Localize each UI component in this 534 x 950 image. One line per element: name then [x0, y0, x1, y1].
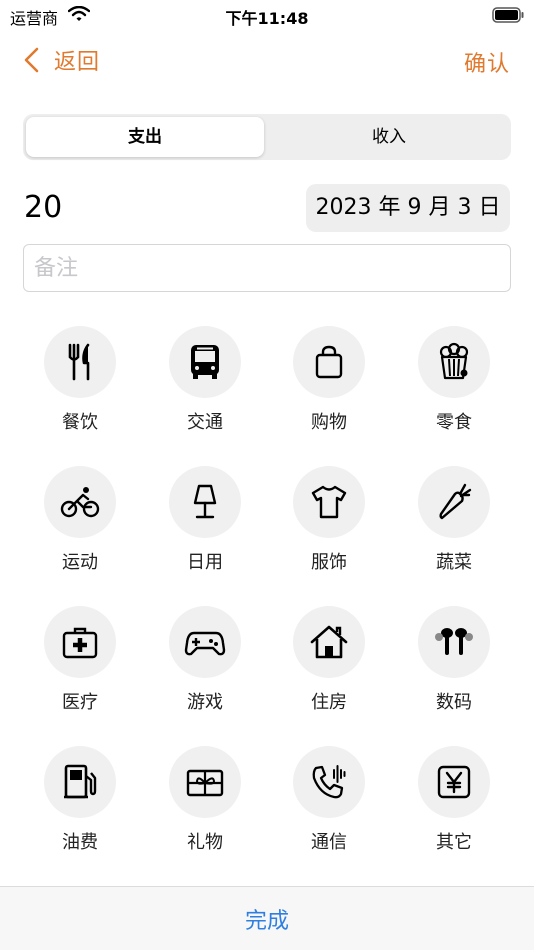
gift-card-icon — [186, 769, 224, 797]
category-medical[interactable]: 医疗 — [30, 606, 130, 714]
category-dining[interactable]: 餐饮 — [30, 326, 130, 434]
category-icon-circle — [293, 606, 365, 678]
category-icon-circle — [44, 606, 116, 678]
nav-bar: 返回 确认 — [0, 38, 534, 82]
category-icon-circle — [418, 326, 490, 398]
date-picker-button[interactable]: 2023 年 9 月 3 日 — [306, 184, 510, 232]
category-label: 蔬菜 — [436, 552, 472, 573]
category-label: 其它 — [436, 832, 472, 853]
status-bar: 运营商 下午11:48 — [0, 0, 534, 30]
battery-icon — [492, 7, 524, 23]
category-icon-circle — [293, 746, 365, 818]
category-icon-circle — [418, 466, 490, 538]
category-daily-use[interactable]: 日用 — [155, 466, 255, 574]
category-icon-circle — [169, 746, 241, 818]
category-vegetables[interactable]: 蔬菜 — [404, 466, 504, 574]
tshirt-icon — [311, 485, 347, 519]
category-label: 住房 — [311, 692, 347, 713]
bicycle-icon — [60, 487, 100, 518]
category-label: 医疗 — [62, 692, 98, 713]
category-icon-circle — [169, 326, 241, 398]
note-input[interactable] — [23, 244, 511, 292]
category-label: 游戏 — [187, 692, 223, 713]
category-icon-circle — [44, 466, 116, 538]
shopping-bag-icon — [315, 345, 343, 379]
done-button[interactable]: 完成 — [0, 903, 534, 935]
category-games[interactable]: 游戏 — [155, 606, 255, 714]
category-label: 服饰 — [311, 552, 347, 573]
category-clothing[interactable]: 服饰 — [279, 466, 379, 574]
category-digital[interactable]: 数码 — [404, 606, 504, 714]
phone-waves-icon — [312, 765, 346, 799]
category-label: 交通 — [187, 412, 223, 433]
category-icon-circle — [293, 326, 365, 398]
category-icon-circle — [418, 606, 490, 678]
category-icon-circle — [293, 466, 365, 538]
status-time: 下午11:48 — [225, 9, 309, 28]
category-other[interactable]: 其它 — [404, 746, 504, 854]
category-icon-circle — [169, 606, 241, 678]
gamepad-icon — [184, 631, 226, 656]
category-label: 零食 — [436, 412, 472, 433]
bus-icon — [191, 345, 219, 379]
popcorn-icon — [439, 342, 469, 380]
back-label: 返回 — [54, 50, 101, 75]
category-transport[interactable]: 交通 — [155, 326, 255, 434]
category-gifts[interactable]: 礼物 — [155, 746, 255, 854]
category-label: 礼物 — [187, 832, 223, 853]
yen-sign-icon — [437, 765, 471, 799]
category-label: 油费 — [62, 832, 98, 853]
confirm-button[interactable]: 确认 — [464, 46, 510, 78]
category-label: 通信 — [311, 832, 347, 853]
segment-income[interactable]: 收入 — [270, 117, 508, 157]
type-segmented-control: 支出 收入 — [23, 114, 511, 160]
category-label: 运动 — [62, 552, 98, 573]
chevron-left-icon — [24, 47, 39, 73]
earbuds-icon — [435, 628, 473, 655]
category-icon-circle — [44, 746, 116, 818]
category-snacks[interactable]: 零食 — [404, 326, 504, 434]
category-label: 购物 — [311, 412, 347, 433]
house-icon — [310, 625, 348, 659]
medical-kit-icon — [62, 627, 98, 659]
category-label: 数码 — [436, 692, 472, 713]
category-communication[interactable]: 通信 — [279, 746, 379, 854]
category-fuel[interactable]: 油费 — [30, 746, 130, 854]
amount-value[interactable]: 20 — [24, 190, 62, 225]
category-icon-circle — [44, 326, 116, 398]
keyboard-toolbar: 完成 — [0, 886, 534, 950]
category-label: 餐饮 — [62, 412, 98, 433]
segment-expense[interactable]: 支出 — [26, 117, 264, 157]
carrot-icon — [439, 483, 472, 520]
category-shopping[interactable]: 购物 — [279, 326, 379, 434]
category-icon-circle — [418, 746, 490, 818]
category-label: 日用 — [187, 552, 223, 573]
lamp-icon — [193, 484, 217, 519]
back-button[interactable]: 返回 — [22, 44, 100, 76]
category-icon-circle — [169, 466, 241, 538]
category-housing[interactable]: 住房 — [279, 606, 379, 714]
fuel-pump-icon — [64, 764, 97, 799]
fork-knife-icon — [68, 343, 90, 381]
category-sports[interactable]: 运动 — [30, 466, 130, 574]
